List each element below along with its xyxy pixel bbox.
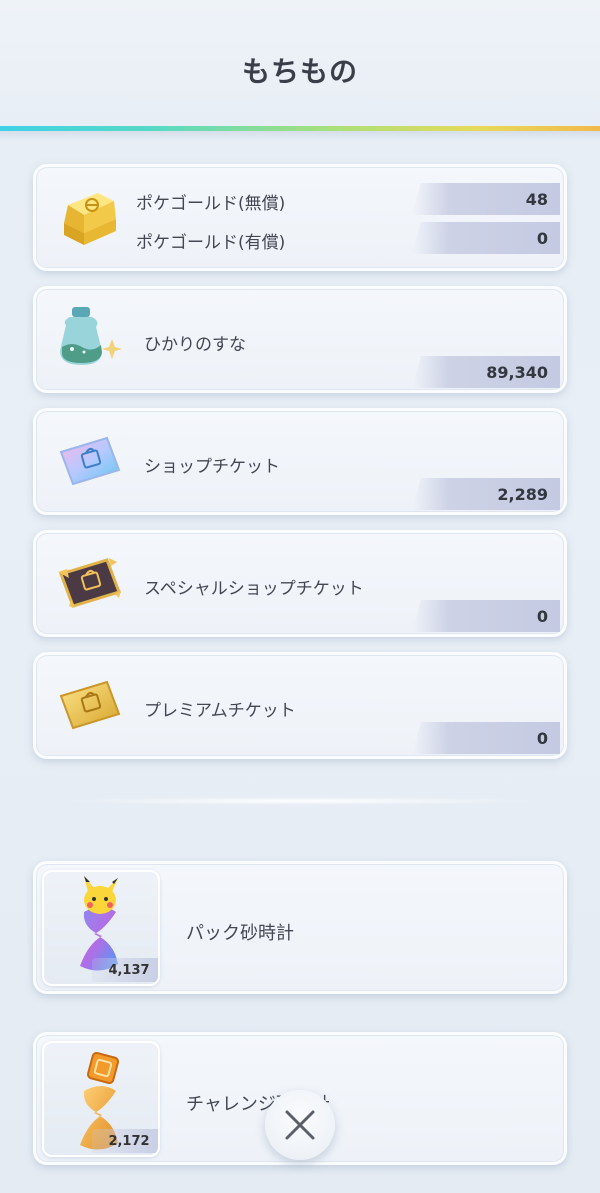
pokegold-free-label: ポケゴールド(無償) bbox=[136, 194, 286, 214]
hourglass-card-pack: 4,137 パック砂時計 bbox=[33, 861, 567, 994]
shop-ticket-icon bbox=[52, 425, 126, 499]
page-header: もちもの bbox=[0, 0, 600, 128]
special-shop-ticket-icon bbox=[52, 547, 126, 621]
specialshopticket-value: 0 bbox=[412, 600, 560, 632]
item-card-specialshopticket: スペシャルショップチケット 0 bbox=[33, 530, 567, 637]
header-shadow bbox=[0, 131, 600, 141]
item-card-shopticket: ショップチケット 2,289 bbox=[33, 408, 567, 515]
premium-ticket-icon bbox=[52, 669, 126, 743]
section-divider bbox=[60, 797, 540, 805]
hourglass-thumbnail: 2,172 bbox=[42, 1041, 160, 1157]
pokegold-paid-value: 0 bbox=[412, 222, 560, 254]
hourglass-label: パック砂時計 bbox=[186, 923, 294, 944]
gold-bar-icon bbox=[52, 181, 126, 255]
premiumticket-label: プレミアムチケット bbox=[144, 701, 296, 721]
pokegold-paid-label: ポケゴールド(有償) bbox=[136, 233, 286, 253]
sand-bottle-icon bbox=[52, 301, 126, 375]
hourglass-thumbnail: 4,137 bbox=[42, 870, 160, 986]
hourglass-count: 2,172 bbox=[92, 1129, 158, 1153]
shopticket-label: ショップチケット bbox=[144, 457, 280, 477]
page-title: もちもの bbox=[241, 55, 358, 88]
shinedust-value: 89,340 bbox=[412, 356, 560, 388]
shinedust-label: ひかりのすな bbox=[144, 335, 246, 355]
hourglass-count: 4,137 bbox=[92, 958, 158, 982]
close-icon bbox=[285, 1110, 315, 1140]
specialshopticket-label: スペシャルショップチケット bbox=[144, 579, 364, 599]
item-card-premiumticket: プレミアムチケット 0 bbox=[33, 652, 567, 759]
pokegold-free-value: 48 bbox=[412, 183, 560, 215]
item-card-shinedust: ひかりのすな 89,340 bbox=[33, 286, 567, 393]
premiumticket-value: 0 bbox=[412, 722, 560, 754]
item-card-pokegold: ポケゴールド(無償) ポケゴールド(有償) 48 0 bbox=[33, 164, 567, 271]
shopticket-value: 2,289 bbox=[412, 478, 560, 510]
close-button[interactable] bbox=[265, 1090, 335, 1160]
